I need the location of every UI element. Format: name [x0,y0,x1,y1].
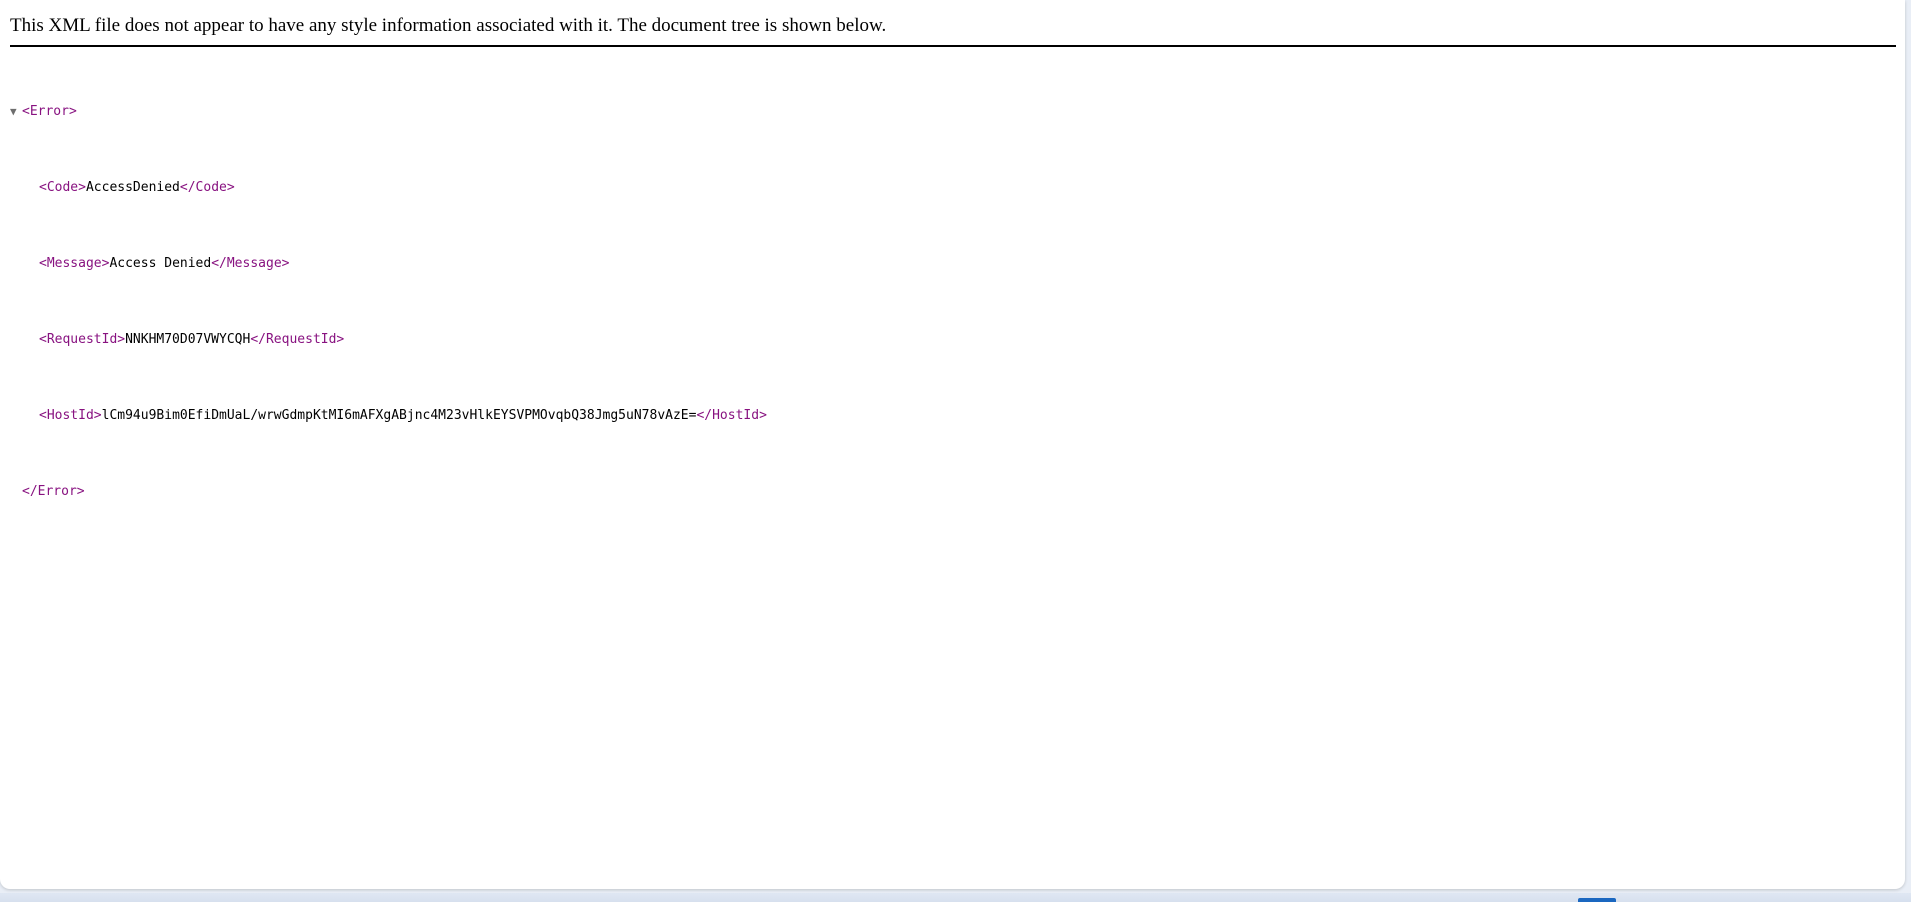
browser-viewport: This XML file does not appear to have an… [0,0,1905,889]
root-open-tag: <Error> [22,104,77,119]
code-value: AccessDenied [85,180,180,195]
requestid-close-tag: </RequestId> [250,332,345,347]
xml-info-banner: This XML file does not appear to have an… [10,15,887,36]
hostid-close-tag: </HostId> [696,408,767,423]
message-close-tag: </Message> [211,256,290,271]
taskbar [0,893,1911,902]
root-open-line: ▼ <Error> [10,102,767,121]
xml-node-code: <Code>AccessDenied</Code> [10,178,767,197]
xml-node-requestid: <RequestId>NNKHM70D07VWYCQH</RequestId> [10,330,767,349]
root-close-line: </Error> [10,482,767,501]
hostid-open-tag: <HostId> [39,408,102,423]
xml-node-message: <Message>Access Denied</Message> [10,254,767,273]
collapse-toggle-icon[interactable]: ▼ [10,102,22,121]
hostid-value: lCm94u9Bim0EfiDmUaL/wrwGdmpKtMI6mAFXgABj… [101,408,697,423]
info-divider [10,45,1896,47]
code-close-tag: </Code> [179,180,235,195]
root-close-tag: </Error> [22,484,85,499]
taskbar-active-indicator[interactable] [1578,898,1616,902]
code-open-tag: <Code> [39,180,86,195]
requestid-open-tag: <RequestId> [39,332,126,347]
message-open-tag: <Message> [39,256,110,271]
message-value: Access Denied [109,256,212,271]
xml-tree: ▼ <Error> <Code>AccessDenied</Code> <Mess… [10,64,767,539]
xml-node-hostid: <HostId>lCm94u9Bim0EfiDmUaL/wrwGdmpKtMI6… [10,406,767,425]
requestid-value: NNKHM70D07VWYCQH [125,332,251,347]
